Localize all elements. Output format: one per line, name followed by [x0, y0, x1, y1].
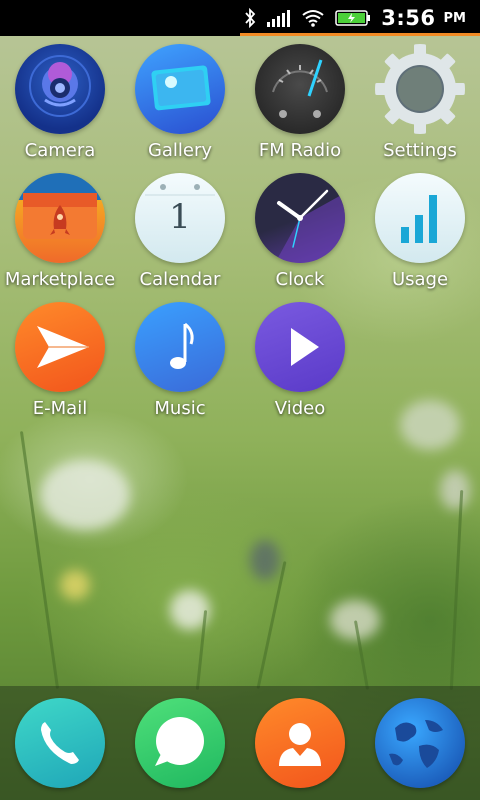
calendar-icon: 1	[135, 173, 225, 263]
contacts-icon[interactable]	[255, 698, 345, 788]
wifi-icon	[301, 9, 325, 27]
gallery-icon	[135, 44, 225, 134]
app-label: Marketplace	[4, 269, 116, 290]
dock	[0, 686, 480, 800]
app-music[interactable]: Music	[120, 302, 240, 419]
video-icon	[255, 302, 345, 392]
clock-icon	[255, 173, 345, 263]
app-label: Camera	[24, 140, 96, 161]
status-bar: 3:56 PM	[0, 0, 480, 36]
email-icon	[15, 302, 105, 392]
app-clock[interactable]: Clock	[240, 173, 360, 290]
marketplace-icon	[15, 173, 105, 263]
signal-icon	[267, 9, 291, 27]
fm-radio-icon	[255, 44, 345, 134]
battery-charging-icon	[335, 9, 371, 27]
app-video[interactable]: Video	[240, 302, 360, 419]
bluetooth-icon	[243, 7, 257, 29]
app-label: Clock	[275, 269, 325, 290]
app-label: Gallery	[147, 140, 213, 161]
music-icon	[135, 302, 225, 392]
app-label: Calendar	[139, 269, 221, 290]
camera-icon	[15, 44, 105, 134]
app-label: Settings	[383, 140, 457, 161]
gear-icon	[375, 44, 465, 134]
app-marketplace[interactable]: Marketplace	[0, 173, 120, 290]
status-ampm: PM	[443, 10, 466, 26]
app-calendar[interactable]: 1 Calendar	[120, 173, 240, 290]
app-gallery[interactable]: Gallery	[120, 44, 240, 161]
app-label: Music	[154, 398, 206, 419]
app-label: Usage	[391, 269, 449, 290]
loading-progress-bar	[240, 33, 480, 36]
usage-icon	[375, 173, 465, 263]
app-settings[interactable]: Settings	[360, 44, 480, 161]
status-time: 3:56	[381, 6, 436, 30]
messages-icon[interactable]	[135, 698, 225, 788]
phone-icon[interactable]	[15, 698, 105, 788]
app-camera[interactable]: Camera	[0, 44, 120, 161]
app-usage[interactable]: Usage	[360, 173, 480, 290]
app-fm-radio[interactable]: FM Radio	[240, 44, 360, 161]
app-label: FM Radio	[258, 140, 342, 161]
app-label: E-Mail	[32, 398, 88, 419]
browser-icon[interactable]	[375, 698, 465, 788]
calendar-day: 1	[169, 197, 191, 237]
app-email[interactable]: E-Mail	[0, 302, 120, 419]
app-label: Video	[274, 398, 326, 419]
